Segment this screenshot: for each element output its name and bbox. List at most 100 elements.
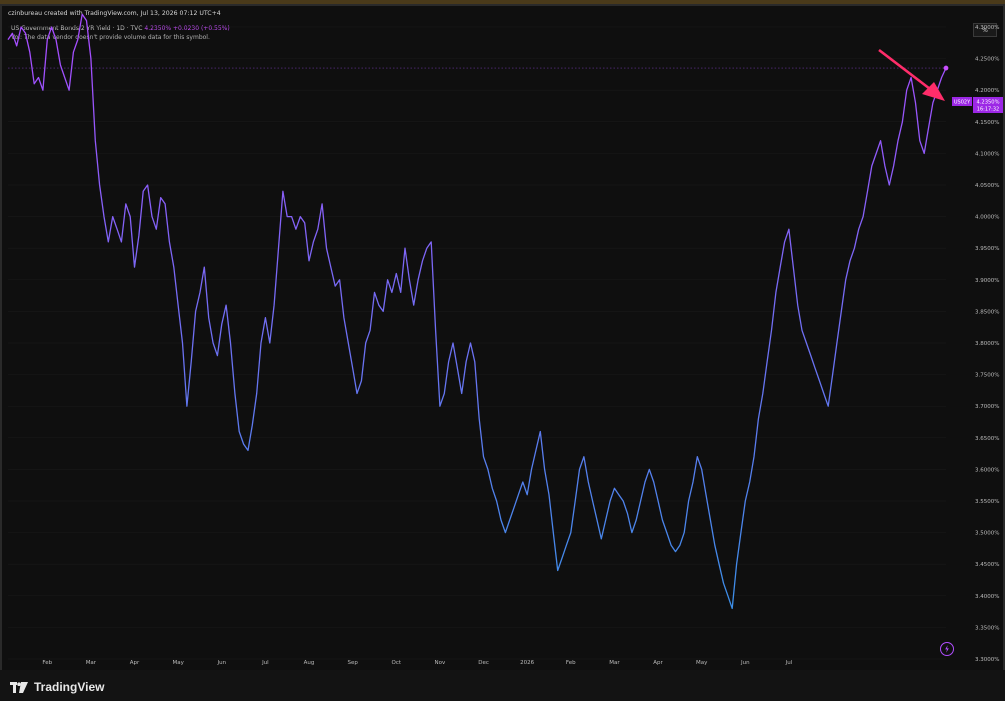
data-point (82, 14, 83, 15)
data-point (906, 90, 907, 91)
data-point (8, 39, 9, 40)
data-point (234, 393, 235, 394)
data-point (12, 33, 13, 34)
data-point (453, 342, 454, 343)
data-point (871, 166, 872, 167)
y-tick-label: 3.4000% (975, 594, 999, 600)
data-point (815, 368, 816, 369)
data-point (99, 184, 100, 185)
tradingview-logo-icon (10, 681, 28, 693)
data-point (243, 444, 244, 445)
data-point (95, 140, 96, 141)
data-point (505, 532, 506, 533)
data-point (802, 330, 803, 331)
last-point-marker (943, 65, 949, 71)
data-point (898, 140, 899, 141)
x-tick-label: May (696, 660, 708, 666)
data-point (474, 361, 475, 362)
data-point (854, 248, 855, 249)
x-tick-label: Nov (435, 660, 446, 666)
data-point (335, 286, 336, 287)
data-point (706, 494, 707, 495)
data-point (579, 469, 580, 470)
data-point (649, 469, 650, 470)
data-point (269, 342, 270, 343)
x-tick-label: May (172, 660, 184, 666)
data-point (492, 488, 493, 489)
annotation-arrow-icon (878, 48, 945, 101)
data-point (618, 494, 619, 495)
data-point (42, 90, 43, 91)
data-point (915, 102, 916, 103)
data-point (247, 450, 248, 451)
data-point (125, 203, 126, 204)
y-tick-label: 3.8500% (975, 309, 999, 315)
data-point (605, 519, 606, 520)
data-point (199, 292, 200, 293)
data-point (413, 305, 414, 306)
y-tick-label: 4.0500% (975, 183, 999, 189)
data-point (819, 380, 820, 381)
data-point (134, 267, 135, 268)
data-point (195, 311, 196, 312)
data-point (29, 52, 30, 53)
data-point (627, 513, 628, 514)
y-tick-label: 4.0000% (975, 215, 999, 221)
data-point (758, 418, 759, 419)
data-point (300, 216, 301, 217)
data-point (73, 52, 74, 53)
tradingview-logo[interactable]: TradingView (10, 680, 104, 694)
data-point (64, 77, 65, 78)
data-point (191, 361, 192, 362)
data-point (509, 519, 510, 520)
data-point (858, 229, 859, 230)
data-point (278, 248, 279, 249)
data-point (252, 425, 253, 426)
data-point (461, 393, 462, 394)
x-tick-label: 2026 (520, 660, 534, 666)
data-point (405, 248, 406, 249)
data-point (566, 545, 567, 546)
data-point (610, 500, 611, 501)
data-point (592, 500, 593, 501)
data-point (767, 361, 768, 362)
data-point (740, 532, 741, 533)
footer-bar (0, 670, 1005, 701)
data-point (304, 222, 305, 223)
data-point (274, 305, 275, 306)
data-point (666, 532, 667, 533)
data-point (640, 500, 641, 501)
data-point (553, 532, 554, 533)
data-point (387, 279, 388, 280)
data-point (77, 39, 78, 40)
x-tick-label: Jul (261, 660, 269, 666)
data-point (544, 469, 545, 470)
data-point (396, 273, 397, 274)
data-point (531, 469, 532, 470)
data-point (671, 545, 672, 546)
y-tick-label: 3.4500% (975, 562, 999, 568)
data-point (863, 216, 864, 217)
data-point (339, 279, 340, 280)
y-tick-label: 3.3500% (975, 625, 999, 631)
data-point (828, 406, 829, 407)
data-point (924, 153, 925, 154)
data-point (919, 140, 920, 141)
data-point (173, 267, 174, 268)
data-point (701, 469, 702, 470)
data-point (601, 538, 602, 539)
yield-chart[interactable]: 4.3000% 4.2500% 4.2000% 4.1500% 4.1000% 4.050… (0, 0, 1005, 701)
data-point (448, 361, 449, 362)
data-point (86, 20, 87, 21)
data-point (775, 292, 776, 293)
data-point (631, 532, 632, 533)
data-point (108, 241, 109, 242)
lightning-bolt-icon[interactable] (940, 642, 954, 656)
data-point (256, 393, 257, 394)
data-point (374, 292, 375, 293)
data-point (876, 153, 877, 154)
data-point (426, 248, 427, 249)
data-point (466, 361, 467, 362)
data-point (496, 500, 497, 501)
data-point (810, 355, 811, 356)
